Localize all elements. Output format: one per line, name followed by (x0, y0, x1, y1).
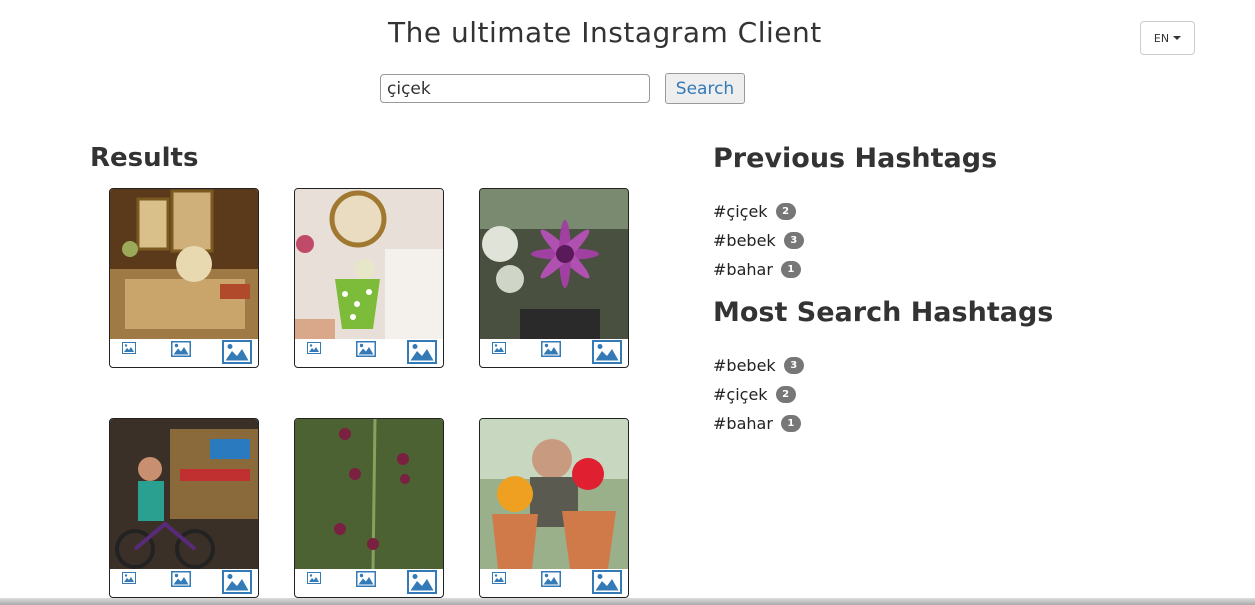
hashtag-item[interactable]: #çiçek 2 (713, 380, 804, 409)
image-icon[interactable] (356, 341, 376, 357)
language-dropdown[interactable]: EN (1140, 21, 1195, 55)
count-badge: 2 (775, 386, 796, 403)
card-actions (295, 569, 443, 597)
hashtag-label[interactable]: #çiçek (713, 385, 768, 404)
image-icon[interactable] (592, 340, 622, 364)
card-actions (295, 339, 443, 367)
image-icon[interactable] (222, 570, 252, 594)
count-badge: 3 (783, 232, 804, 249)
hashtag-item[interactable]: #bahar 1 (713, 409, 804, 438)
hashtag-item[interactable]: #bebek 3 (713, 226, 804, 255)
image-icon[interactable] (592, 570, 622, 594)
caret-down-icon (1173, 36, 1182, 40)
image-icon[interactable] (171, 571, 191, 587)
card-actions (480, 339, 628, 367)
result-photo[interactable] (110, 189, 258, 339)
result-card[interactable] (109, 418, 259, 598)
result-card[interactable] (479, 418, 629, 598)
image-icon[interactable] (222, 340, 252, 364)
image-icon[interactable] (171, 341, 191, 357)
count-badge: 3 (783, 357, 804, 374)
result-card[interactable] (294, 418, 444, 598)
window-bottom-edge (0, 598, 1255, 605)
hashtag-label[interactable]: #çiçek (713, 202, 768, 221)
hashtag-item[interactable]: #bahar 1 (713, 255, 804, 284)
most-search-hashtags-list: #bebek 3 #çiçek 2 #bahar 1 (713, 351, 804, 438)
hashtag-item[interactable]: #çiçek 2 (713, 197, 804, 226)
result-photo[interactable] (295, 189, 443, 339)
hashtag-label[interactable]: #bahar (713, 260, 773, 279)
image-icon[interactable] (307, 572, 321, 584)
count-badge: 2 (775, 203, 796, 220)
result-photo[interactable] (110, 419, 258, 569)
result-card[interactable] (479, 188, 629, 368)
most-search-hashtags-heading: Most Search Hashtags (713, 297, 1054, 328)
card-actions (110, 339, 258, 367)
result-card[interactable] (294, 188, 444, 368)
previous-hashtags-list: #çiçek 2 #bebek 3 #bahar 1 (713, 197, 804, 284)
search-button[interactable]: Search (665, 73, 745, 104)
count-badge: 1 (780, 415, 801, 432)
count-badge: 1 (780, 261, 801, 278)
language-label: EN (1153, 31, 1170, 45)
search-input[interactable] (380, 74, 650, 103)
image-icon[interactable] (356, 571, 376, 587)
image-icon[interactable] (407, 570, 437, 594)
image-icon[interactable] (541, 341, 561, 357)
hashtag-item[interactable]: #bebek 3 (713, 351, 804, 380)
image-icon[interactable] (407, 340, 437, 364)
previous-hashtags-heading: Previous Hashtags (713, 143, 998, 174)
image-icon[interactable] (492, 572, 506, 584)
card-actions (110, 569, 258, 597)
image-icon[interactable] (307, 342, 321, 354)
result-photo[interactable] (480, 189, 628, 339)
image-icon[interactable] (492, 342, 506, 354)
results-heading: Results (90, 143, 199, 173)
hashtag-label[interactable]: #bebek (713, 356, 776, 375)
card-actions (480, 569, 628, 597)
hashtag-label[interactable]: #bahar (713, 414, 773, 433)
image-icon[interactable] (541, 571, 561, 587)
image-icon[interactable] (122, 342, 136, 354)
result-photo[interactable] (480, 419, 628, 569)
hashtag-label[interactable]: #bebek (713, 231, 776, 250)
image-icon[interactable] (122, 572, 136, 584)
result-photo[interactable] (295, 419, 443, 569)
result-card[interactable] (109, 188, 259, 368)
page-title: The ultimate Instagram Client (388, 16, 822, 49)
